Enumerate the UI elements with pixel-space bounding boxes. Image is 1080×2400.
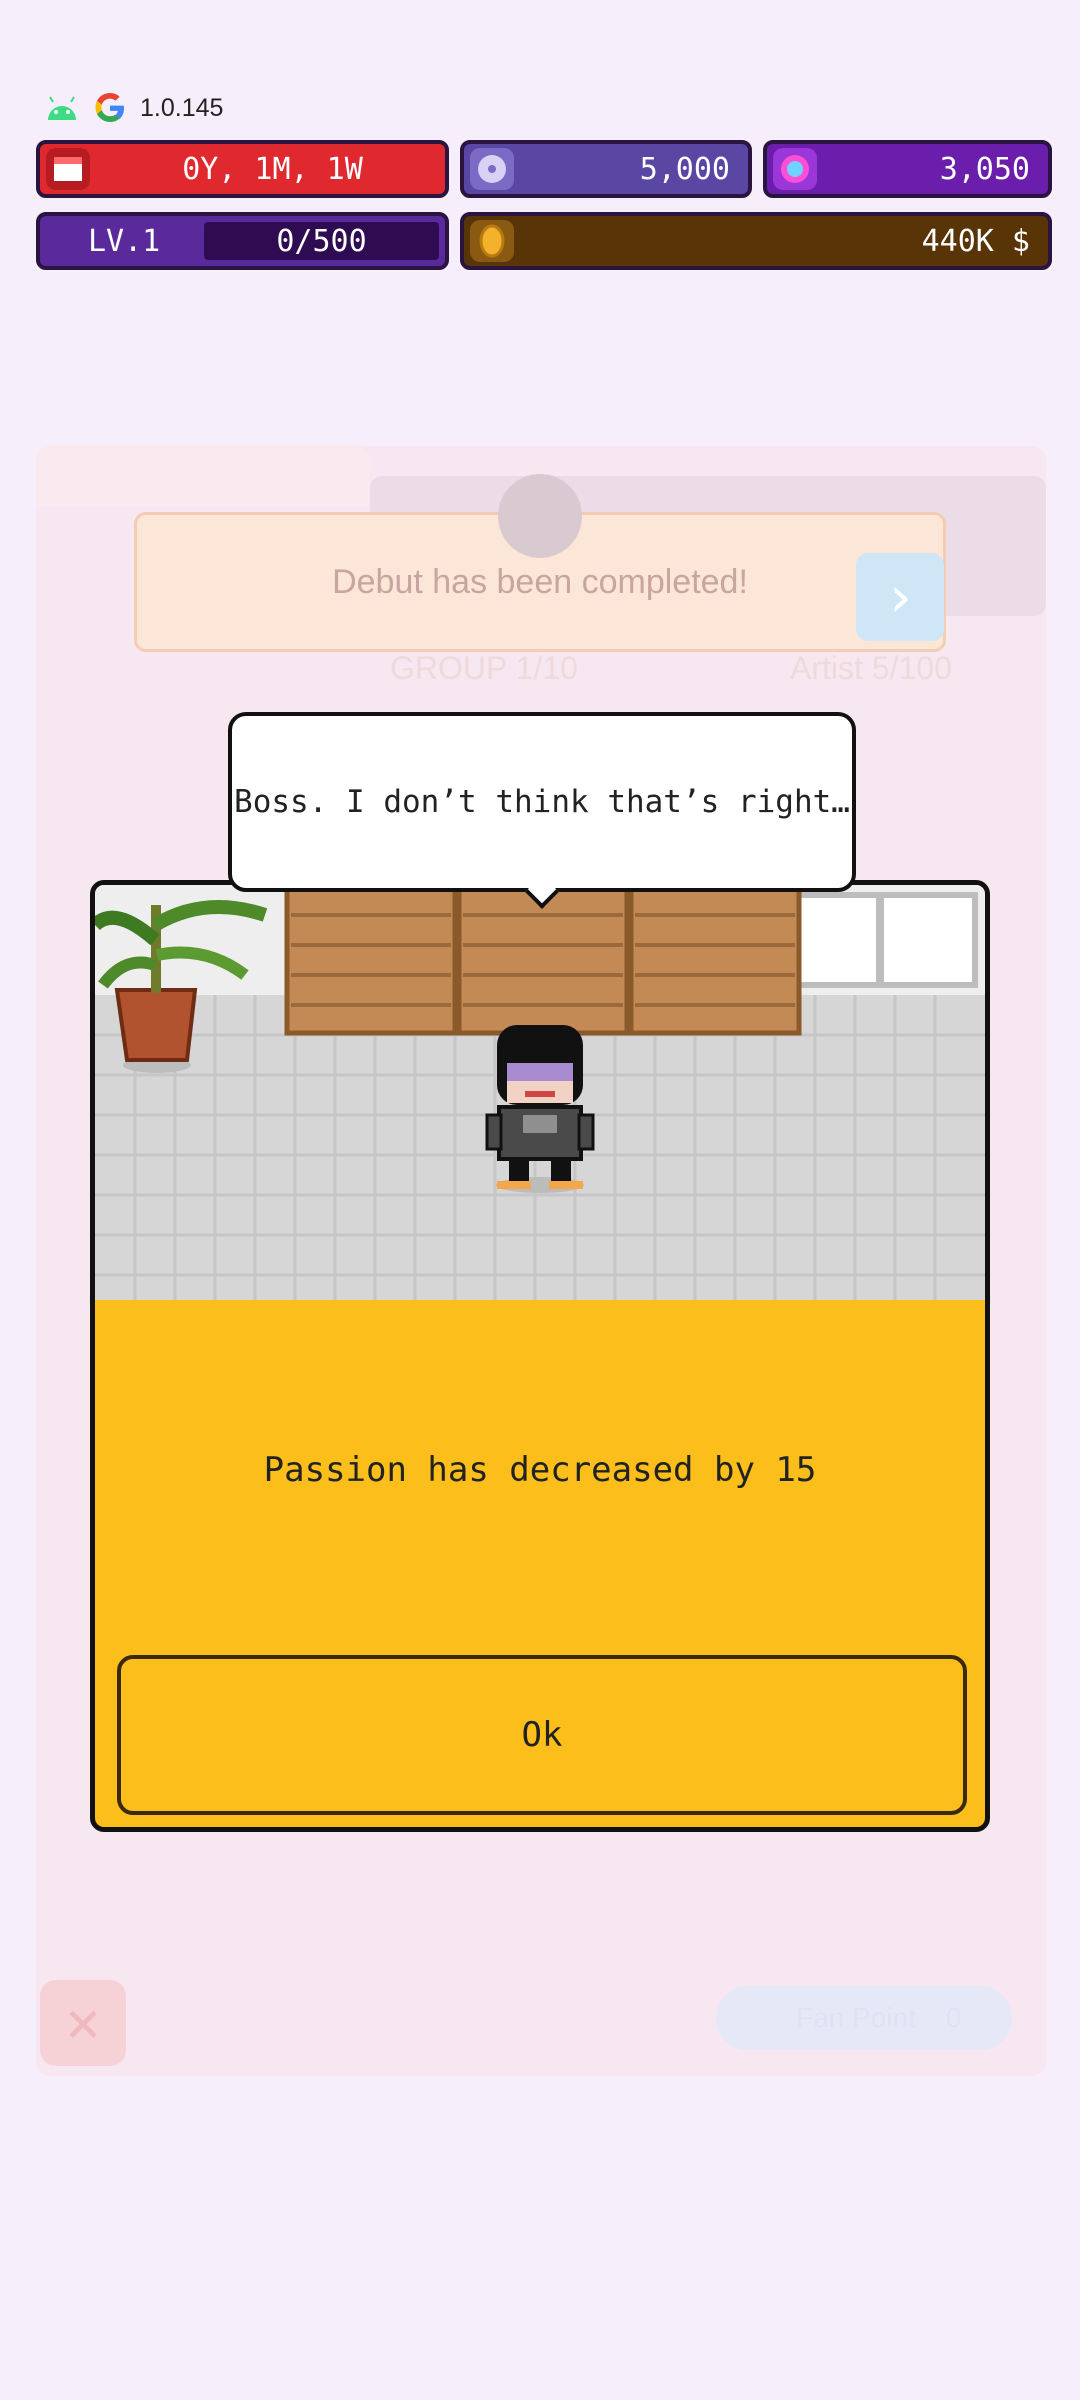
level-bar[interactable]: LV.1 0/500 <box>36 212 449 270</box>
gem-bar[interactable]: 3,050 <box>763 140 1052 198</box>
time-value: 0Y, 1M, 1W <box>182 151 363 187</box>
office-scene <box>95 885 985 1300</box>
gem-value: 3,050 <box>939 151 1030 187</box>
disc-bar[interactable]: 5,000 <box>460 140 752 198</box>
speech-text: Boss. I don’t think that’s right… <box>234 784 850 820</box>
event-message: Passion has decreased by 15 <box>263 1450 817 1490</box>
artist-count-label: Artist 5/100 <box>790 650 952 686</box>
fan-point-value: 0 <box>945 2002 962 2033</box>
google-icon <box>95 93 124 122</box>
disc-icon <box>470 148 514 190</box>
version-row: 1.0.145 <box>44 88 223 128</box>
level-label: LV.1 <box>88 223 161 259</box>
coin-icon <box>470 220 514 262</box>
xp-value: 0/500 <box>276 223 367 259</box>
ok-button[interactable]: Ok <box>117 1655 967 1815</box>
time-bar[interactable]: 0Y, 1M, 1W <box>36 140 449 198</box>
fan-point-pill: Fan Point 0 <box>716 1986 1012 2050</box>
close-icon[interactable]: × <box>40 1980 126 2066</box>
notification-avatar <box>498 474 582 558</box>
fan-point-label: Fan Point <box>796 2002 916 2033</box>
xp-progress: 0/500 <box>204 222 439 260</box>
app-version: 1.0.145 <box>140 93 224 122</box>
next-arrow-icon[interactable]: › <box>856 553 944 641</box>
disc-value: 5,000 <box>639 151 730 187</box>
money-bar[interactable]: 440K $ <box>460 212 1052 270</box>
background-tab <box>36 446 370 506</box>
office-scene-illustration <box>95 885 985 1300</box>
event-dialog: Passion has decreased by 15 Ok <box>90 880 990 1832</box>
group-count-label: GROUP 1/10 <box>390 650 578 686</box>
gem-icon <box>773 148 817 190</box>
android-icon <box>48 96 76 120</box>
ok-button-label: Ok <box>521 1715 563 1755</box>
speech-bubble: Boss. I don’t think that’s right… <box>228 712 856 892</box>
notification-text: Debut has been completed! <box>332 562 748 601</box>
money-value: 440K $ <box>921 223 1030 259</box>
